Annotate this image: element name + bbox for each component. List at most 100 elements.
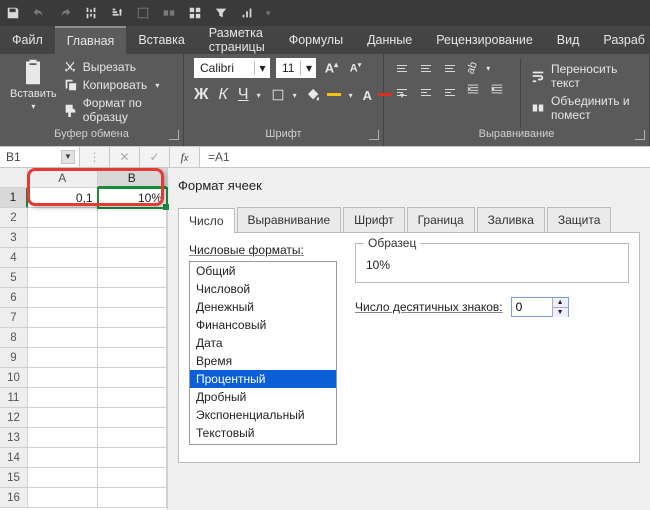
touch-mode-icon[interactable]: [84, 6, 98, 20]
cell-A5[interactable]: [28, 268, 98, 288]
row-header-14[interactable]: 14: [0, 448, 28, 468]
save-icon[interactable]: [6, 6, 20, 20]
row-header-12[interactable]: 12: [0, 408, 28, 428]
dialog-tab-alignment[interactable]: Выравнивание: [237, 207, 342, 232]
cell-B1[interactable]: 10%: [98, 188, 168, 208]
copy-button[interactable]: Копировать▾: [63, 78, 173, 92]
row-header-6[interactable]: 6: [0, 288, 28, 308]
cell-A7[interactable]: [28, 308, 98, 328]
worksheet[interactable]: A B 1 0,1 10% 2 3 4 5 6 7 8 9 10 11 12 1…: [0, 168, 168, 510]
font-size-combo[interactable]: 11▾: [276, 58, 316, 78]
row-header-2[interactable]: 2: [0, 208, 28, 228]
tab-view[interactable]: Вид: [545, 26, 592, 54]
font-name-combo[interactable]: Calibri▾: [194, 58, 270, 78]
cell-B16[interactable]: [98, 488, 168, 508]
decrease-indent-button[interactable]: [466, 82, 486, 102]
cell-A15[interactable]: [28, 468, 98, 488]
borders-icon[interactable]: [136, 6, 150, 20]
cell-A13[interactable]: [28, 428, 98, 448]
cell-A9[interactable]: [28, 348, 98, 368]
format-fraction[interactable]: Дробный: [190, 388, 336, 406]
cancel-formula-button[interactable]: ⋮: [80, 147, 110, 167]
cancel-icon[interactable]: ✕: [110, 147, 140, 167]
cell-B5[interactable]: [98, 268, 168, 288]
row-header-8[interactable]: 8: [0, 328, 28, 348]
cell-A14[interactable]: [28, 448, 98, 468]
cell-B6[interactable]: [98, 288, 168, 308]
merge-icon[interactable]: [162, 6, 176, 20]
tab-formulas[interactable]: Формулы: [277, 26, 355, 54]
cell-A12[interactable]: [28, 408, 98, 428]
tab-insert[interactable]: Вставка: [126, 26, 196, 54]
cell-A11[interactable]: [28, 388, 98, 408]
undo-icon[interactable]: [32, 6, 46, 20]
cell-B15[interactable]: [98, 468, 168, 488]
enter-icon[interactable]: ✓: [140, 147, 170, 167]
row-header-16[interactable]: 16: [0, 488, 28, 508]
redo-icon[interactable]: [58, 6, 72, 20]
format-accounting[interactable]: Финансовый: [190, 316, 336, 334]
format-painter-button[interactable]: Формат по образцу: [63, 96, 173, 124]
number-formats-list[interactable]: Общий Числовой Денежный Финансовый Дата …: [189, 261, 337, 445]
name-box[interactable]: B1 ▼: [0, 147, 80, 167]
italic-button[interactable]: К: [218, 86, 227, 104]
cell-B3[interactable]: [98, 228, 168, 248]
alignment-launcher-icon[interactable]: [635, 130, 645, 140]
col-header-A[interactable]: A: [28, 168, 98, 188]
cell-A16[interactable]: [28, 488, 98, 508]
format-general[interactable]: Общий: [190, 262, 336, 280]
cell-B14[interactable]: [98, 448, 168, 468]
decimals-input[interactable]: [512, 298, 552, 316]
cell-B10[interactable]: [98, 368, 168, 388]
name-box-dropdown-icon[interactable]: ▼: [61, 150, 75, 164]
cell-B11[interactable]: [98, 388, 168, 408]
cell-B9[interactable]: [98, 348, 168, 368]
format-text[interactable]: Текстовый: [190, 424, 336, 442]
formula-input[interactable]: =A1: [200, 147, 650, 167]
cell-B2[interactable]: [98, 208, 168, 228]
row-header-5[interactable]: 5: [0, 268, 28, 288]
underline-button[interactable]: Ч▾: [238, 86, 261, 104]
tab-file[interactable]: Файл: [0, 26, 55, 54]
row-header-11[interactable]: 11: [0, 388, 28, 408]
clipboard-launcher-icon[interactable]: [169, 130, 179, 140]
dialog-tab-fill[interactable]: Заливка: [477, 207, 545, 232]
cell-A2[interactable]: [28, 208, 98, 228]
format-number[interactable]: Числовой: [190, 280, 336, 298]
bold-button[interactable]: Ж: [194, 86, 208, 104]
format-time[interactable]: Время: [190, 352, 336, 370]
row-header-3[interactable]: 3: [0, 228, 28, 248]
row-header-7[interactable]: 7: [0, 308, 28, 328]
spin-down-icon[interactable]: ▼: [552, 308, 568, 317]
cell-B4[interactable]: [98, 248, 168, 268]
format-currency[interactable]: Денежный: [190, 298, 336, 316]
dialog-tab-font[interactable]: Шрифт: [343, 207, 404, 232]
tab-review[interactable]: Рецензирование: [424, 26, 545, 54]
orientation-button[interactable]: ab▾: [466, 58, 486, 78]
cell-B8[interactable]: [98, 328, 168, 348]
borders-button[interactable]: ▾: [271, 88, 297, 102]
cell-A10[interactable]: [28, 368, 98, 388]
row-header-4[interactable]: 4: [0, 248, 28, 268]
spin-up-icon[interactable]: ▲: [552, 298, 568, 308]
cell-A8[interactable]: [28, 328, 98, 348]
cell-A6[interactable]: [28, 288, 98, 308]
shrink-font-button[interactable]: A▾: [346, 59, 364, 77]
font-launcher-icon[interactable]: [369, 130, 379, 140]
cell-A3[interactable]: [28, 228, 98, 248]
paste-button[interactable]: Вставить ▾: [10, 58, 57, 128]
tab-data[interactable]: Данные: [355, 26, 424, 54]
select-all-triangle[interactable]: [0, 168, 28, 188]
wrap-text-button[interactable]: Переносить текст: [531, 62, 639, 90]
chart-icon[interactable]: [240, 6, 254, 20]
vertical-horizontal-align[interactable]: [394, 58, 462, 128]
sort-icon[interactable]: [110, 6, 124, 20]
dialog-tab-border[interactable]: Граница: [407, 207, 475, 232]
row-header-10[interactable]: 10: [0, 368, 28, 388]
fx-button[interactable]: fx: [170, 147, 200, 167]
fill-color-button[interactable]: ▾: [307, 88, 353, 102]
format-scientific[interactable]: Экспоненциальный: [190, 406, 336, 424]
cell-B7[interactable]: [98, 308, 168, 328]
dialog-tab-protection[interactable]: Защита: [547, 207, 612, 232]
merge-cells-button[interactable]: Объединить и помест: [531, 94, 639, 122]
